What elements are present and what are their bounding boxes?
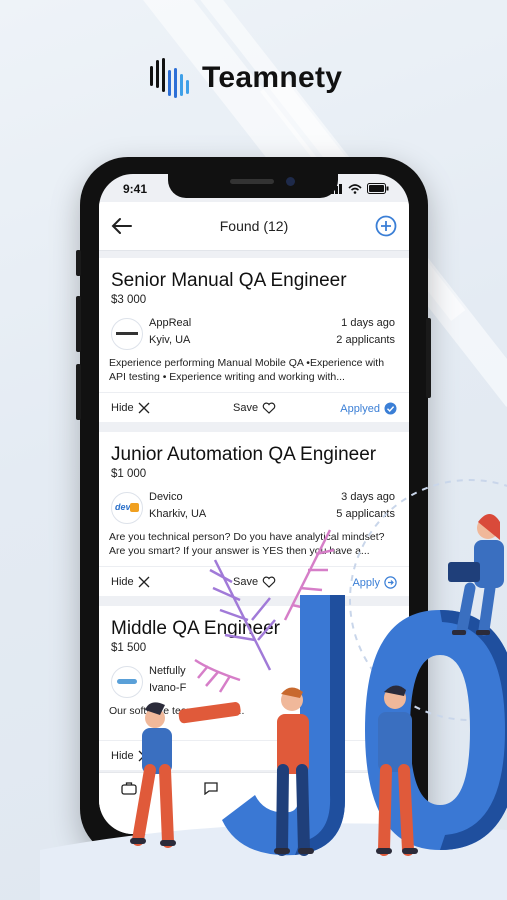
battery-icon: [367, 183, 389, 194]
job-card[interactable]: Senior Manual QA Engineer $3 000 AppReal…: [99, 258, 409, 422]
brand-logo: Teamnety: [150, 58, 342, 98]
job-title: Senior Manual QA Engineer: [111, 270, 347, 291]
save-button[interactable]: Save: [233, 402, 276, 414]
applied-label: Applyed: [340, 402, 380, 415]
brand-name: Teamnety: [202, 61, 343, 94]
company-name: AppReal: [149, 317, 192, 329]
wifi-icon: [348, 183, 362, 194]
hide-label: Hide: [111, 402, 134, 414]
company-logo: [111, 318, 143, 350]
job-title: Junior Automation QA Engineer: [111, 444, 377, 465]
applied-status[interactable]: Applyed: [340, 402, 397, 415]
hide-button[interactable]: Hide: [111, 402, 150, 414]
job-description: Experience performing Manual Mobile QA •…: [109, 357, 385, 383]
check-circle-icon: [384, 402, 397, 415]
teamnety-logo-icon: [150, 58, 194, 98]
hiring-illustration: [40, 479, 507, 900]
phone-notch: [168, 171, 338, 198]
status-time: 9:41: [123, 182, 148, 196]
job-actions: Hide Save Applyed: [99, 392, 409, 423]
close-icon: [138, 402, 150, 414]
job-salary: $3 000: [111, 294, 147, 306]
top-navbar: Found (12): [99, 202, 409, 251]
add-circle-icon[interactable]: [375, 215, 397, 237]
posted-ago: 1 days ago: [341, 317, 395, 329]
company-location: Kyiv, UA: [149, 334, 191, 346]
applicants-count: 2 applicants: [336, 334, 395, 346]
leaf-purple-icon: [209, 559, 276, 671]
page-title: Found (12): [219, 218, 289, 234]
heart-icon: [262, 402, 276, 414]
save-label: Save: [233, 402, 259, 414]
